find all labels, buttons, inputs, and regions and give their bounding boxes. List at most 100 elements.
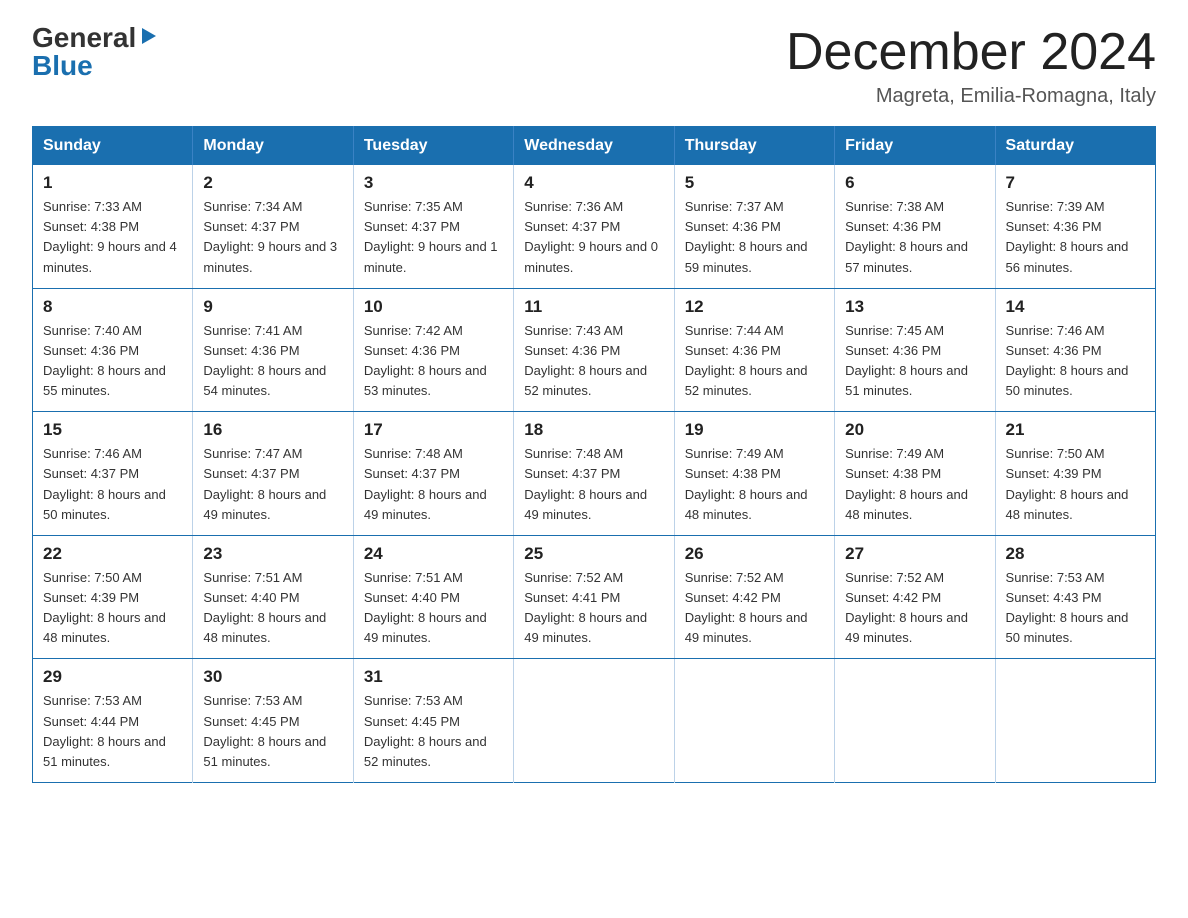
day-info: Sunrise: 7:35 AM Sunset: 4:37 PM Dayligh… <box>364 197 503 278</box>
day-info: Sunrise: 7:44 AM Sunset: 4:36 PM Dayligh… <box>685 321 824 402</box>
daylight-label: Daylight: 8 hours and 48 minutes. <box>685 487 808 522</box>
table-row: 6 Sunrise: 7:38 AM Sunset: 4:36 PM Dayli… <box>835 165 995 288</box>
day-info: Sunrise: 7:39 AM Sunset: 4:36 PM Dayligh… <box>1006 197 1145 278</box>
sunrise-label: Sunrise: 7:39 AM <box>1006 199 1105 214</box>
table-row: 25 Sunrise: 7:52 AM Sunset: 4:41 PM Dayl… <box>514 535 674 659</box>
daylight-label: Daylight: 8 hours and 51 minutes. <box>203 734 326 769</box>
daylight-label: Daylight: 8 hours and 53 minutes. <box>364 363 487 398</box>
daylight-label: Daylight: 8 hours and 56 minutes. <box>1006 239 1129 274</box>
sunrise-label: Sunrise: 7:53 AM <box>364 693 463 708</box>
day-number: 31 <box>364 667 503 687</box>
day-number: 3 <box>364 173 503 193</box>
sunrise-label: Sunrise: 7:40 AM <box>43 323 142 338</box>
sunset-label: Sunset: 4:37 PM <box>203 219 299 234</box>
sunrise-label: Sunrise: 7:48 AM <box>364 446 463 461</box>
table-row: 20 Sunrise: 7:49 AM Sunset: 4:38 PM Dayl… <box>835 412 995 536</box>
sunset-label: Sunset: 4:41 PM <box>524 590 620 605</box>
day-info: Sunrise: 7:46 AM Sunset: 4:36 PM Dayligh… <box>1006 321 1145 402</box>
table-row: 8 Sunrise: 7:40 AM Sunset: 4:36 PM Dayli… <box>33 288 193 412</box>
day-headers-row: SundayMondayTuesdayWednesdayThursdayFrid… <box>33 127 1156 166</box>
table-row: 30 Sunrise: 7:53 AM Sunset: 4:45 PM Dayl… <box>193 659 353 783</box>
day-number: 5 <box>685 173 824 193</box>
day-info: Sunrise: 7:33 AM Sunset: 4:38 PM Dayligh… <box>43 197 182 278</box>
day-info: Sunrise: 7:53 AM Sunset: 4:45 PM Dayligh… <box>364 691 503 772</box>
sunrise-label: Sunrise: 7:52 AM <box>845 570 944 585</box>
sunrise-label: Sunrise: 7:47 AM <box>203 446 302 461</box>
week-row-1: 1 Sunrise: 7:33 AM Sunset: 4:38 PM Dayli… <box>33 165 1156 288</box>
table-row: 24 Sunrise: 7:51 AM Sunset: 4:40 PM Dayl… <box>353 535 513 659</box>
table-row: 27 Sunrise: 7:52 AM Sunset: 4:42 PM Dayl… <box>835 535 995 659</box>
daylight-label: Daylight: 8 hours and 52 minutes. <box>364 734 487 769</box>
title-block: December 2024 Magreta, Emilia-Romagna, I… <box>786 24 1156 108</box>
logo-blue-text: Blue <box>32 50 93 81</box>
sunset-label: Sunset: 4:40 PM <box>203 590 299 605</box>
sunrise-label: Sunrise: 7:50 AM <box>1006 446 1105 461</box>
daylight-label: Daylight: 8 hours and 48 minutes. <box>203 610 326 645</box>
daylight-label: Daylight: 8 hours and 50 minutes. <box>43 487 166 522</box>
sunrise-label: Sunrise: 7:49 AM <box>845 446 944 461</box>
table-row: 1 Sunrise: 7:33 AM Sunset: 4:38 PM Dayli… <box>33 165 193 288</box>
table-row: 10 Sunrise: 7:42 AM Sunset: 4:36 PM Dayl… <box>353 288 513 412</box>
sunrise-label: Sunrise: 7:46 AM <box>1006 323 1105 338</box>
sunrise-label: Sunrise: 7:33 AM <box>43 199 142 214</box>
day-info: Sunrise: 7:48 AM Sunset: 4:37 PM Dayligh… <box>524 444 663 525</box>
header-monday: Monday <box>193 127 353 166</box>
day-number: 11 <box>524 297 663 317</box>
table-row: 2 Sunrise: 7:34 AM Sunset: 4:37 PM Dayli… <box>193 165 353 288</box>
day-info: Sunrise: 7:53 AM Sunset: 4:44 PM Dayligh… <box>43 691 182 772</box>
day-number: 21 <box>1006 420 1145 440</box>
day-info: Sunrise: 7:50 AM Sunset: 4:39 PM Dayligh… <box>43 568 182 649</box>
day-number: 23 <box>203 544 342 564</box>
day-info: Sunrise: 7:53 AM Sunset: 4:45 PM Dayligh… <box>203 691 342 772</box>
day-number: 25 <box>524 544 663 564</box>
sunset-label: Sunset: 4:37 PM <box>524 219 620 234</box>
day-info: Sunrise: 7:53 AM Sunset: 4:43 PM Dayligh… <box>1006 568 1145 649</box>
calendar-body: 1 Sunrise: 7:33 AM Sunset: 4:38 PM Dayli… <box>33 165 1156 782</box>
table-row: 28 Sunrise: 7:53 AM Sunset: 4:43 PM Dayl… <box>995 535 1155 659</box>
day-info: Sunrise: 7:51 AM Sunset: 4:40 PM Dayligh… <box>364 568 503 649</box>
sunset-label: Sunset: 4:37 PM <box>203 466 299 481</box>
day-info: Sunrise: 7:37 AM Sunset: 4:36 PM Dayligh… <box>685 197 824 278</box>
sunset-label: Sunset: 4:39 PM <box>1006 466 1102 481</box>
sunset-label: Sunset: 4:44 PM <box>43 714 139 729</box>
sunrise-label: Sunrise: 7:43 AM <box>524 323 623 338</box>
table-row: 9 Sunrise: 7:41 AM Sunset: 4:36 PM Dayli… <box>193 288 353 412</box>
daylight-label: Daylight: 8 hours and 50 minutes. <box>1006 610 1129 645</box>
day-info: Sunrise: 7:49 AM Sunset: 4:38 PM Dayligh… <box>845 444 984 525</box>
day-info: Sunrise: 7:48 AM Sunset: 4:37 PM Dayligh… <box>364 444 503 525</box>
day-number: 19 <box>685 420 824 440</box>
sunset-label: Sunset: 4:43 PM <box>1006 590 1102 605</box>
table-row: 14 Sunrise: 7:46 AM Sunset: 4:36 PM Dayl… <box>995 288 1155 412</box>
header-thursday: Thursday <box>674 127 834 166</box>
day-number: 15 <box>43 420 182 440</box>
table-row: 3 Sunrise: 7:35 AM Sunset: 4:37 PM Dayli… <box>353 165 513 288</box>
day-info: Sunrise: 7:42 AM Sunset: 4:36 PM Dayligh… <box>364 321 503 402</box>
table-row: 4 Sunrise: 7:36 AM Sunset: 4:37 PM Dayli… <box>514 165 674 288</box>
table-row: 16 Sunrise: 7:47 AM Sunset: 4:37 PM Dayl… <box>193 412 353 536</box>
table-row <box>995 659 1155 783</box>
daylight-label: Daylight: 8 hours and 49 minutes. <box>364 487 487 522</box>
table-row <box>835 659 995 783</box>
sunset-label: Sunset: 4:36 PM <box>845 219 941 234</box>
day-info: Sunrise: 7:46 AM Sunset: 4:37 PM Dayligh… <box>43 444 182 525</box>
day-number: 10 <box>364 297 503 317</box>
table-row: 11 Sunrise: 7:43 AM Sunset: 4:36 PM Dayl… <box>514 288 674 412</box>
sunset-label: Sunset: 4:36 PM <box>1006 343 1102 358</box>
sunset-label: Sunset: 4:36 PM <box>43 343 139 358</box>
sunrise-label: Sunrise: 7:34 AM <box>203 199 302 214</box>
daylight-label: Daylight: 8 hours and 49 minutes. <box>524 610 647 645</box>
daylight-label: Daylight: 8 hours and 48 minutes. <box>43 610 166 645</box>
daylight-label: Daylight: 8 hours and 51 minutes. <box>845 363 968 398</box>
logo-general-text: General <box>32 24 136 52</box>
day-number: 24 <box>364 544 503 564</box>
week-row-4: 22 Sunrise: 7:50 AM Sunset: 4:39 PM Dayl… <box>33 535 1156 659</box>
calendar-table: SundayMondayTuesdayWednesdayThursdayFrid… <box>32 126 1156 783</box>
week-row-2: 8 Sunrise: 7:40 AM Sunset: 4:36 PM Dayli… <box>33 288 1156 412</box>
day-number: 22 <box>43 544 182 564</box>
header-sunday: Sunday <box>33 127 193 166</box>
daylight-label: Daylight: 8 hours and 49 minutes. <box>524 487 647 522</box>
sunset-label: Sunset: 4:45 PM <box>203 714 299 729</box>
day-number: 13 <box>845 297 984 317</box>
day-info: Sunrise: 7:52 AM Sunset: 4:41 PM Dayligh… <box>524 568 663 649</box>
logo: General Blue <box>32 24 160 80</box>
